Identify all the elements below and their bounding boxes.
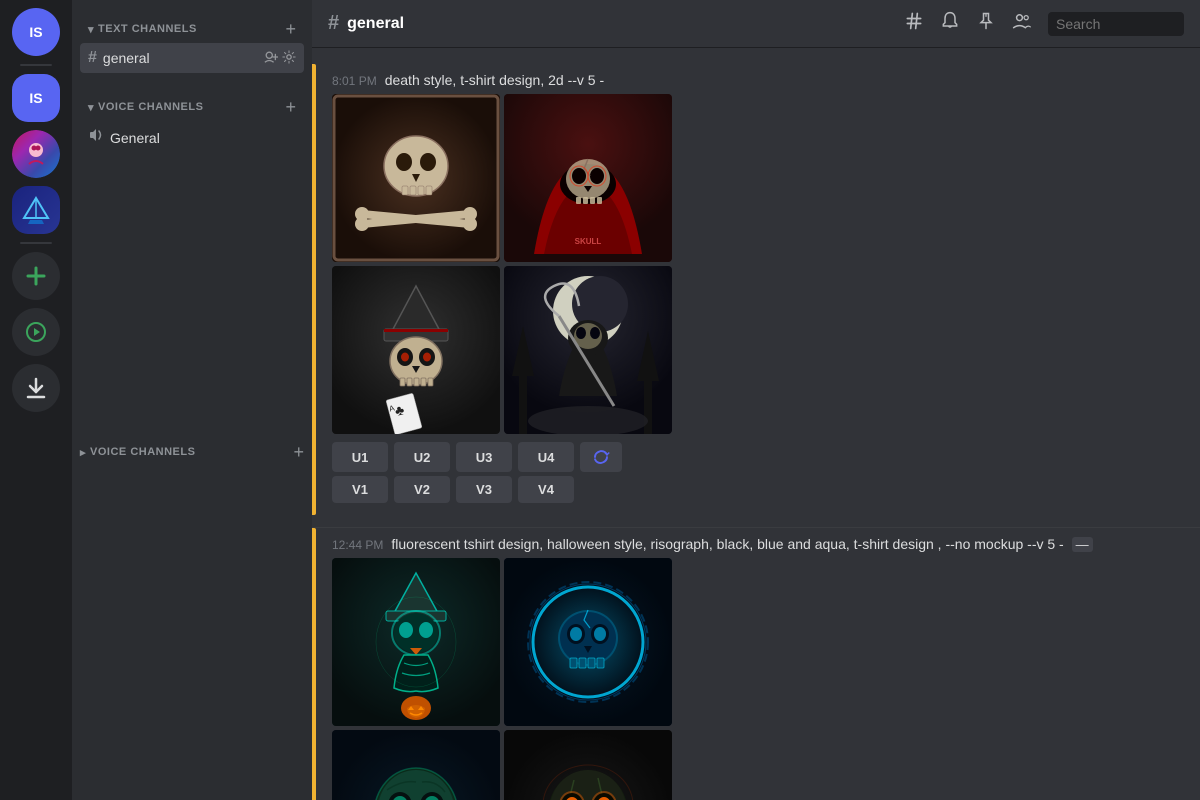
voice-channels-section-2: ▸ VOICE CHANNELS + [72, 439, 312, 465]
header-hash-action-icon[interactable] [904, 11, 924, 36]
u1-button[interactable]: U1 [332, 442, 388, 472]
text-channels-section: ▾ TEXT CHANNELS + # general [72, 0, 312, 78]
message-body-2: 12:44 PM fluorescent tshirt design, hall… [328, 536, 1184, 800]
add-text-channel-button[interactable]: + [285, 20, 296, 38]
server-icon-avatar[interactable] [12, 130, 60, 178]
image-cell-6[interactable] [504, 558, 672, 726]
v2-button[interactable]: V2 [394, 476, 450, 503]
header-pin-icon[interactable] [976, 11, 996, 36]
v1-button[interactable]: V1 [332, 476, 388, 503]
voice-channels-title: ▾ VOICE CHANNELS [88, 101, 203, 114]
v3-button[interactable]: V3 [456, 476, 512, 503]
voice-channels-title-2: ▸ VOICE CHANNELS [80, 446, 195, 459]
image-cell-7[interactable] [332, 730, 500, 800]
voice-channels-header-2[interactable]: ▸ VOICE CHANNELS + [72, 439, 312, 465]
server-sidebar: IS IS [0, 0, 72, 800]
refresh-button[interactable] [580, 442, 622, 472]
image-grid-1: SKULL [332, 94, 1184, 434]
server-icon-boat[interactable] [12, 186, 60, 234]
server-icon-is-top[interactable]: IS [12, 8, 60, 56]
messages-area[interactable]: 8:01 PM death style, t-shirt design, 2d … [312, 48, 1200, 800]
u2-button[interactable]: U2 [394, 442, 450, 472]
voice-channels-section: ▾ VOICE CHANNELS + General [72, 78, 312, 159]
voice-channels-header[interactable]: ▾ VOICE CHANNELS + [80, 94, 304, 120]
add-voice-channel-button-2[interactable]: + [293, 443, 304, 461]
server-divider [20, 64, 52, 66]
image-grid-2 [332, 558, 1184, 800]
image-cell-5[interactable] [332, 558, 500, 726]
msg-1-content: death style, t-shirt design, 2d --v 5 - [385, 72, 604, 88]
msg-1-header: 8:01 PM death style, t-shirt design, 2d … [332, 72, 1184, 88]
server-divider-2 [20, 242, 52, 244]
channel-item-general[interactable]: # general [80, 43, 304, 73]
image-cell-3[interactable]: ♣ A [332, 266, 500, 434]
u4-button[interactable]: U4 [518, 442, 574, 472]
header-hash-icon: # [328, 12, 339, 35]
server-icon-download[interactable] [12, 364, 60, 412]
hash-icon: # [88, 49, 97, 67]
chat-header: # general [312, 0, 1200, 48]
text-channels-title: ▾ TEXT CHANNELS [88, 23, 197, 36]
voice-channel-name-general: General [110, 130, 296, 146]
msg-2-timestamp: 12:44 PM [332, 538, 383, 552]
channel-name-general: general [103, 50, 258, 66]
image-cell-4[interactable] [504, 266, 672, 434]
action-row-v: V1 V2 V3 V4 [332, 476, 1184, 503]
chevron-right-icon: ▸ [80, 446, 86, 459]
speaker-icon [88, 127, 104, 148]
message-group-2: 12:44 PM fluorescent tshirt design, hall… [312, 527, 1200, 800]
action-row-u: U1 U2 U3 U4 [332, 442, 1184, 472]
channel-sidebar: ▾ TEXT CHANNELS + # general [72, 0, 312, 800]
v4-button[interactable]: V4 [518, 476, 574, 503]
server-icon-is-main[interactable]: IS [12, 74, 60, 122]
highlight-badge: — [1072, 537, 1093, 552]
chevron-down-icon-voice: ▾ [88, 101, 94, 114]
image-cell-2[interactable]: SKULL [504, 94, 672, 262]
message-group-1: 8:01 PM death style, t-shirt design, 2d … [312, 64, 1200, 515]
svg-text:SKULL: SKULL [575, 237, 602, 246]
msg-2-content: fluorescent tshirt design, halloween sty… [391, 536, 1184, 552]
add-voice-channel-button[interactable]: + [285, 98, 296, 116]
server-icon-add[interactable] [12, 252, 60, 300]
msg-2-header: 12:44 PM fluorescent tshirt design, hall… [332, 536, 1184, 552]
msg-1-timestamp: 8:01 PM [332, 74, 377, 88]
image-cell-8[interactable] [504, 730, 672, 800]
header-icons [904, 11, 1184, 36]
image-cell-1[interactable] [332, 94, 500, 262]
search-input[interactable] [1048, 12, 1184, 36]
message-accent-bar-2 [312, 528, 316, 800]
text-channels-header[interactable]: ▾ TEXT CHANNELS + [80, 16, 304, 42]
header-bell-icon[interactable] [940, 11, 960, 36]
server-icon-discover[interactable] [12, 308, 60, 356]
u3-button[interactable]: U3 [456, 442, 512, 472]
chevron-down-icon: ▾ [88, 23, 94, 36]
message-accent-bar [312, 64, 316, 515]
message-body-1: 8:01 PM death style, t-shirt design, 2d … [328, 72, 1184, 507]
header-channel-name: general [347, 15, 404, 33]
voice-channel-general[interactable]: General [80, 121, 304, 154]
main-content: # general [312, 0, 1200, 800]
add-member-icon[interactable] [264, 50, 278, 67]
header-members-icon[interactable] [1012, 11, 1032, 36]
channel-action-icons [264, 50, 296, 67]
settings-icon[interactable] [282, 50, 296, 67]
